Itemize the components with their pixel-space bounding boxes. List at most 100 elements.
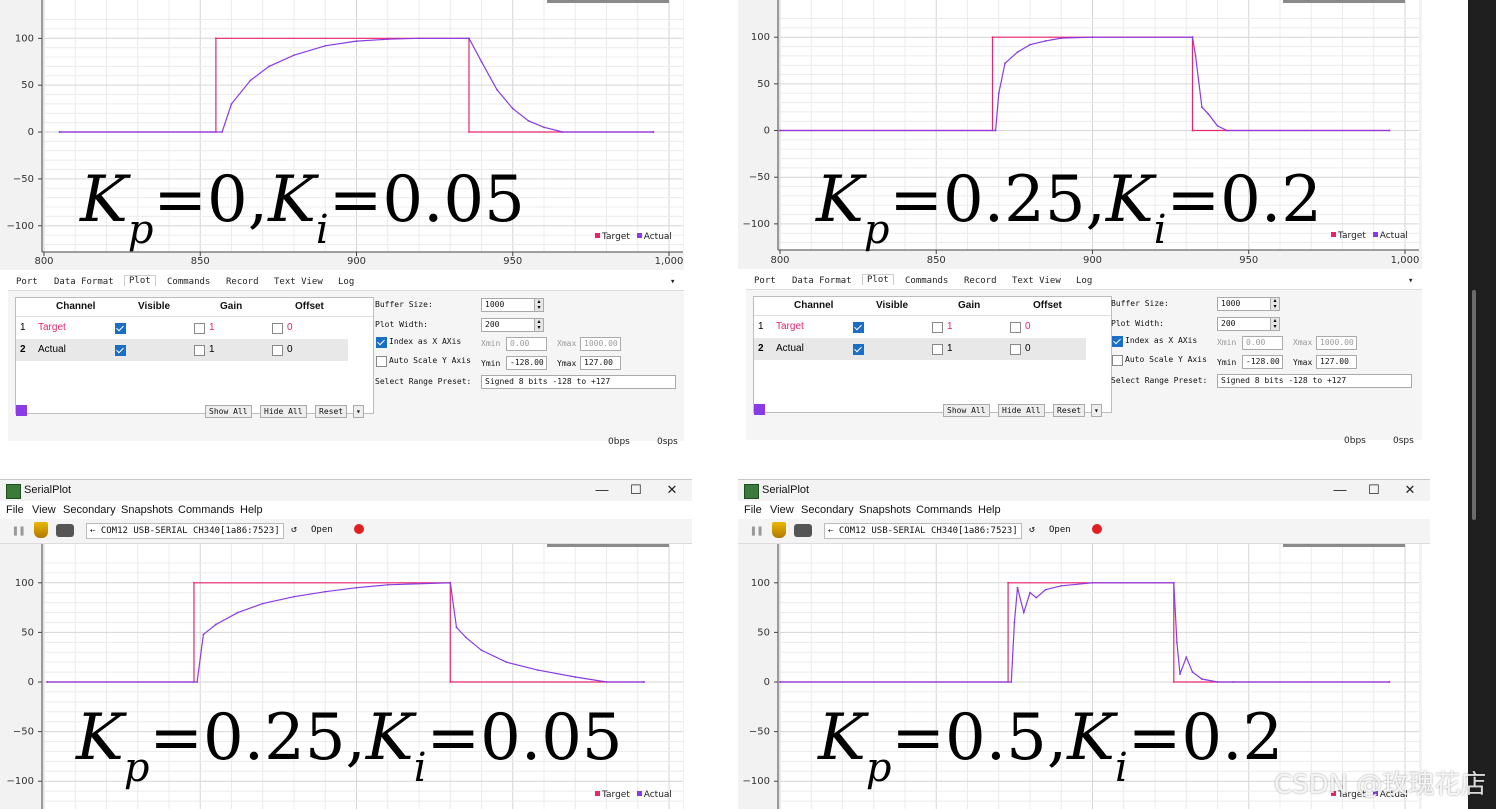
index-as-x-checkbox[interactable] (1112, 336, 1123, 347)
snapshot-icon[interactable] (794, 524, 812, 537)
buffer-size-spinner[interactable]: ▴ ▾ (1270, 297, 1280, 311)
xmax-input[interactable]: 1000.00 (580, 337, 621, 351)
offset-checkbox[interactable] (272, 345, 283, 356)
menu-file[interactable]: File (744, 504, 762, 516)
menu-help[interactable]: Help (240, 504, 263, 516)
record-icon[interactable] (1092, 524, 1102, 534)
ymin-input[interactable]: -128.00 (1242, 355, 1283, 369)
close-icon[interactable]: ✕ (662, 482, 682, 498)
side-scrollbar[interactable] (1468, 0, 1496, 809)
tab-plot[interactable]: Plot (124, 275, 156, 286)
tab-text-view[interactable]: Text View (274, 277, 323, 287)
offset-checkbox[interactable] (1010, 344, 1021, 355)
buffer-size-input[interactable]: 1000 (481, 298, 538, 312)
tab-log[interactable]: Log (1076, 276, 1092, 286)
gain-checkbox[interactable] (194, 345, 205, 356)
table-row[interactable]: 1 Target 1 0 (16, 317, 373, 339)
menu-commands[interactable]: Commands (178, 504, 234, 516)
maximize-icon[interactable]: ☐ (626, 482, 646, 498)
visible-checkbox[interactable] (115, 345, 126, 356)
reset-button[interactable]: Reset (1053, 404, 1086, 417)
plot-width-input[interactable]: 200 (1217, 317, 1274, 331)
minimize-icon[interactable]: — (592, 482, 612, 497)
tab-data-format[interactable]: Data Format (54, 277, 114, 287)
show-all-button[interactable]: Show All (205, 405, 252, 418)
gain-checkbox[interactable] (932, 322, 943, 333)
tab-record[interactable]: Record (226, 277, 259, 287)
auto-scale-checkbox[interactable] (1112, 355, 1123, 366)
refresh-icon[interactable]: ↺ (1029, 524, 1035, 535)
table-row[interactable]: 2 Actual 1 0 (16, 339, 348, 361)
ymin-input[interactable]: -128.00 (506, 356, 547, 370)
tab-plot[interactable]: Plot (862, 274, 894, 285)
color-swatch[interactable] (754, 404, 765, 415)
gain-checkbox[interactable] (194, 323, 205, 334)
open-button[interactable]: Open (311, 525, 333, 535)
hide-all-button[interactable]: Hide All (260, 405, 307, 418)
visible-checkbox[interactable] (853, 322, 864, 333)
gain-checkbox[interactable] (932, 344, 943, 355)
pause-icon[interactable]: ❚❚ (750, 524, 763, 537)
plot-width-spinner[interactable]: ▴ ▾ (534, 318, 544, 332)
refresh-icon[interactable]: ↺ (291, 524, 297, 535)
tab-log[interactable]: Log (338, 277, 354, 287)
buffer-size-input[interactable]: 1000 (1217, 297, 1274, 311)
xmax-input[interactable]: 1000.00 (1316, 336, 1357, 350)
maximize-icon[interactable]: ☐ (1364, 482, 1384, 498)
scrollbar-thumb[interactable] (1472, 290, 1476, 520)
menu-file[interactable]: File (6, 504, 24, 516)
menu-snapshots[interactable]: Snapshots (121, 504, 173, 516)
reset-dropdown-icon[interactable]: ▾ (353, 405, 364, 418)
menu-help[interactable]: Help (978, 504, 1001, 516)
menu-secondary[interactable]: Secondary (63, 504, 116, 516)
range-preset-select[interactable]: Signed 8 bits -128 to +127 (481, 375, 676, 389)
tab-port[interactable]: Port (754, 276, 776, 286)
plot-width-input[interactable]: 200 (481, 318, 538, 332)
menu-secondary[interactable]: Secondary (801, 504, 854, 516)
close-icon[interactable]: ✕ (1400, 482, 1420, 498)
open-button[interactable]: Open (1049, 525, 1071, 535)
tab-commands[interactable]: Commands (167, 277, 210, 287)
tab-commands[interactable]: Commands (905, 276, 948, 286)
ymax-input[interactable]: 127.00 (1316, 355, 1357, 369)
range-preset-select[interactable]: Signed 8 bits -128 to +127 (1217, 374, 1412, 388)
offset-checkbox[interactable] (1010, 322, 1021, 333)
menu-view[interactable]: View (770, 504, 794, 516)
clear-icon[interactable] (772, 522, 786, 538)
snapshot-icon[interactable] (56, 524, 74, 537)
color-swatch[interactable] (16, 405, 27, 416)
tab-record[interactable]: Record (964, 276, 997, 286)
table-row[interactable]: 2 Actual 1 0 (754, 338, 1086, 360)
menu-view[interactable]: View (32, 504, 56, 516)
pause-icon[interactable]: ❚❚ (12, 524, 25, 537)
index-as-x-checkbox[interactable] (376, 337, 387, 348)
port-select[interactable]: ⇠ COM12 USB-SERIAL CH340[1a86:7523] (824, 523, 1022, 539)
tab-port[interactable]: Port (16, 277, 38, 287)
record-icon[interactable] (354, 524, 364, 534)
clear-icon[interactable] (34, 522, 48, 538)
ymax-input[interactable]: 127.00 (580, 356, 621, 370)
plot-area[interactable]: 100 50 0 −50 −100 800 850 900 950 1,000 Kp=0.25,K… (738, 0, 1422, 269)
plot-area[interactable]: 100 50 0 −50 −100 Kp=0.25,Ki=0.05 Target Act… (0, 544, 684, 809)
menu-commands[interactable]: Commands (916, 504, 972, 516)
hide-all-button[interactable]: Hide All (998, 404, 1045, 417)
show-all-button[interactable]: Show All (943, 404, 990, 417)
reset-button[interactable]: Reset (315, 405, 348, 418)
tabs-dropdown-icon[interactable]: ▾ (670, 277, 675, 287)
tabs-dropdown-icon[interactable]: ▾ (1408, 276, 1413, 286)
xmin-input[interactable]: 0.00 (506, 337, 547, 351)
buffer-size-spinner[interactable]: ▴ ▾ (534, 298, 544, 312)
table-row[interactable]: 1 Target 1 0 (754, 316, 1111, 338)
visible-checkbox[interactable] (853, 344, 864, 355)
visible-checkbox[interactable] (115, 323, 126, 334)
offset-checkbox[interactable] (272, 323, 283, 334)
xmin-input[interactable]: 0.00 (1242, 336, 1283, 350)
port-select[interactable]: ⇠ COM12 USB-SERIAL CH340[1a86:7523] (86, 523, 284, 539)
minimize-icon[interactable]: — (1330, 482, 1350, 497)
menu-snapshots[interactable]: Snapshots (859, 504, 911, 516)
reset-dropdown-icon[interactable]: ▾ (1091, 404, 1102, 417)
auto-scale-checkbox[interactable] (376, 356, 387, 367)
tab-text-view[interactable]: Text View (1012, 276, 1061, 286)
tab-data-format[interactable]: Data Format (792, 276, 852, 286)
plot-width-spinner[interactable]: ▴ ▾ (1270, 317, 1280, 331)
